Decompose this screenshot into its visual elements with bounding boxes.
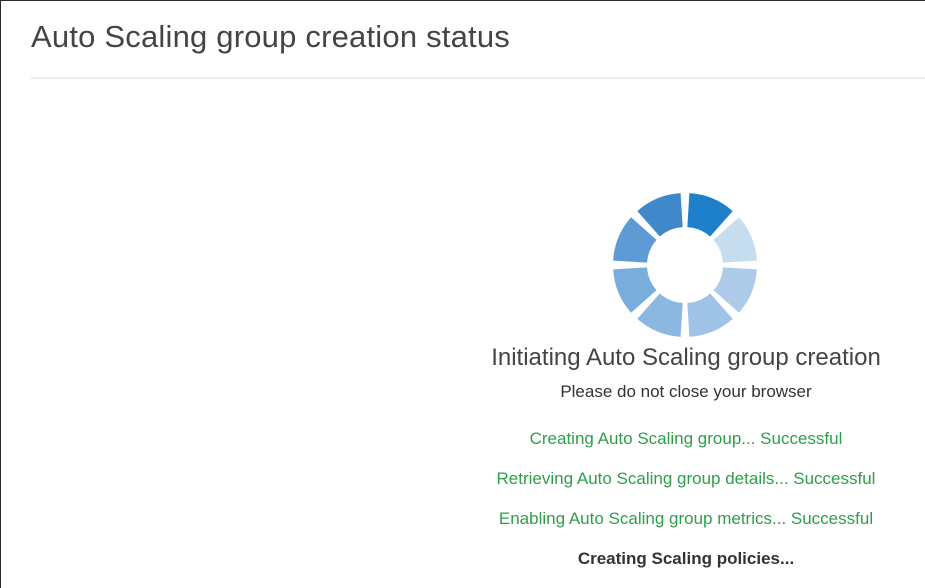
status-heading: Initiating Auto Scaling group creation — [491, 344, 881, 371]
status-panel: Auto Scaling group creation status Initi… — [0, 0, 925, 588]
status-step-create-policies: Creating Scaling policies... — [577, 549, 795, 568]
status-step-create-group: Creating Auto Scaling group... Successfu… — [529, 429, 843, 448]
status-step-retrieve-details: Retrieving Auto Scaling group details...… — [496, 469, 876, 488]
loading-spinner-icon — [613, 193, 757, 337]
status-step-enable-metrics: Enabling Auto Scaling group metrics... S… — [498, 509, 874, 528]
title-divider — [31, 77, 925, 79]
status-subheading: Please do not close your browser — [560, 382, 812, 401]
page-title: Auto Scaling group creation status — [31, 19, 510, 54]
